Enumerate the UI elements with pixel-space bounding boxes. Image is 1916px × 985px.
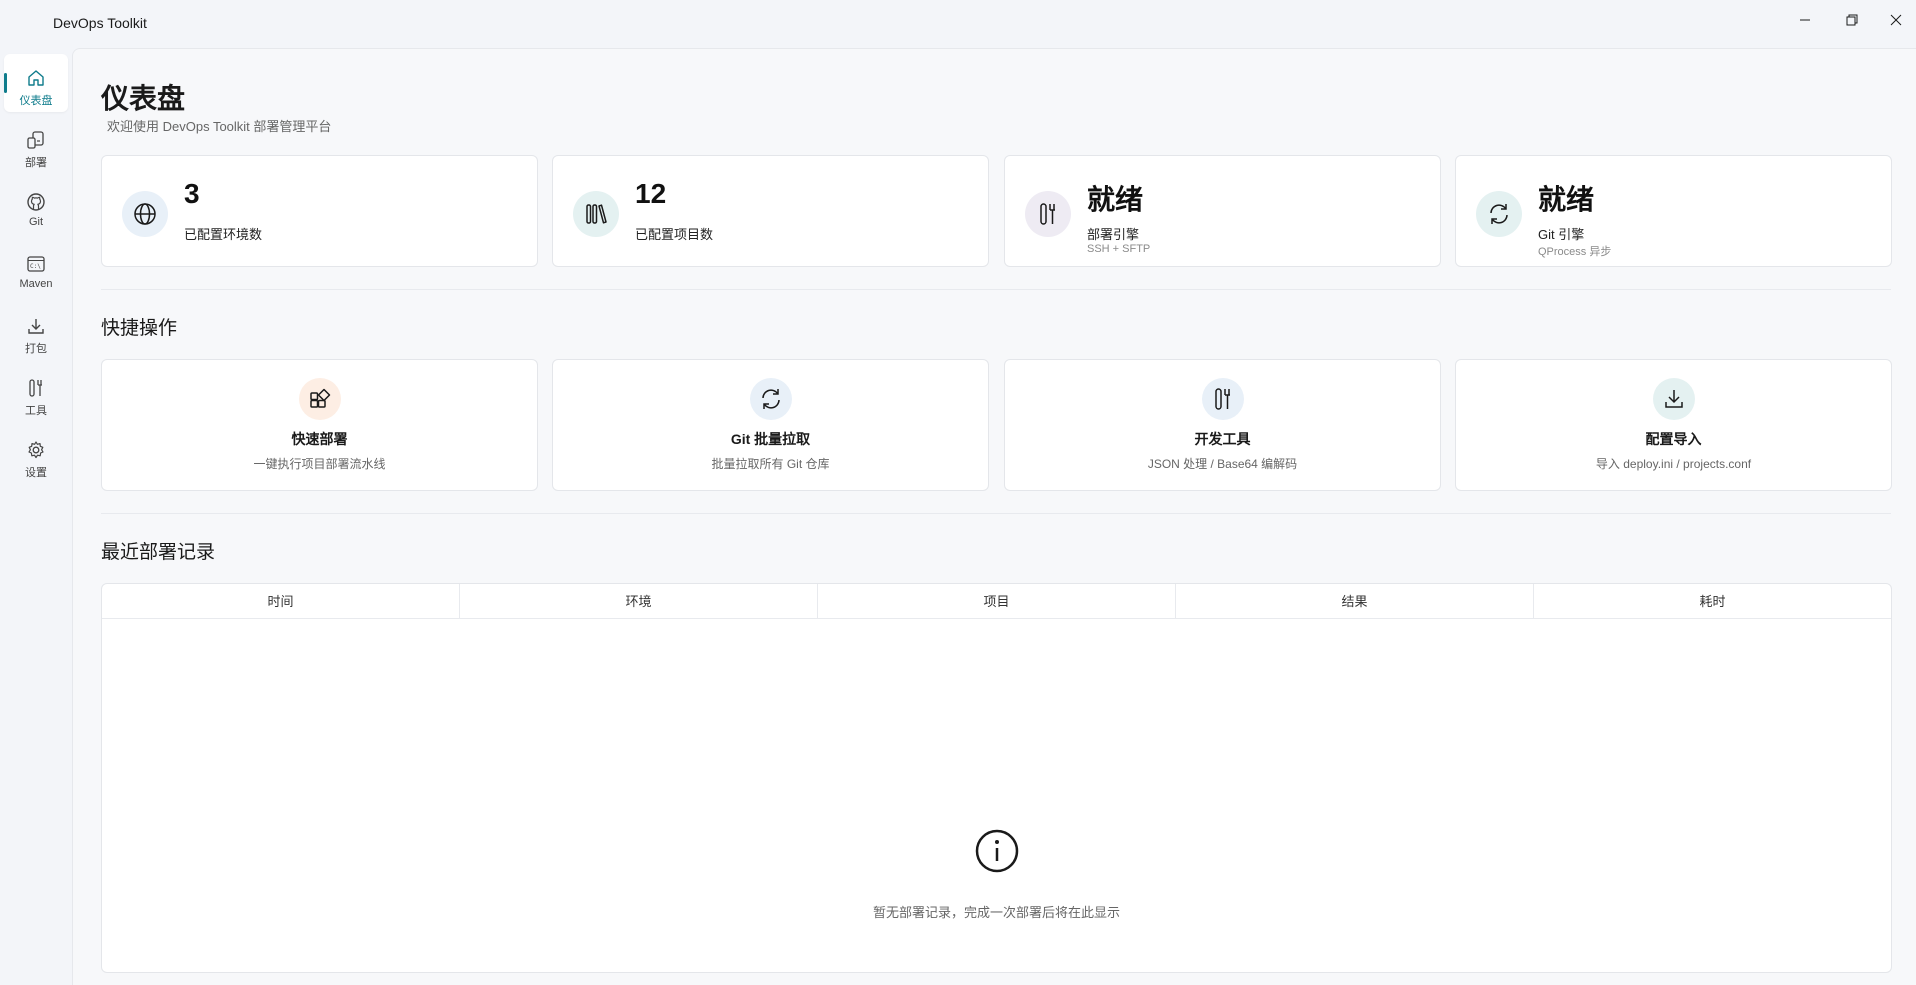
- sidebar-item-dashboard[interactable]: 仪表盘: [4, 54, 68, 112]
- globe-icon: [134, 203, 156, 225]
- action-desc: 批量拉取所有 Git 仓库: [711, 457, 830, 471]
- section-divider: [101, 513, 1891, 514]
- action-desc: JSON 处理 / Base64 编解码: [1147, 457, 1298, 471]
- deploy-icon: [27, 131, 44, 149]
- action-title: 配置导入: [1645, 431, 1702, 447]
- tools-icon: [1215, 388, 1230, 410]
- sidebar-item-maven[interactable]: C:\ Maven: [4, 240, 68, 298]
- empty-state-text: 暂无部署记录，完成一次部署后将在此显示: [872, 905, 1120, 920]
- stat-icon-bg: [122, 191, 168, 237]
- github-icon: [27, 193, 45, 211]
- tools-icon: [1040, 203, 1055, 225]
- stat-icon-bg: [573, 191, 619, 237]
- app-title: DevOps Toolkit: [53, 15, 147, 31]
- sidebar-item-label: 工具: [25, 405, 47, 417]
- sidebar-item-package[interactable]: 打包: [4, 302, 68, 360]
- action-icon-bg: [299, 378, 341, 420]
- section-title-recent-deploys: 最近部署记录: [101, 542, 216, 563]
- action-title: 快速部署: [291, 431, 348, 447]
- main-content: 仪表盘 欢迎使用 DevOps Toolkit 部署管理平台 3 已配置环境数 …: [72, 48, 1916, 985]
- stat-label: Git 引擎: [1538, 227, 1585, 242]
- sidebar: 仪表盘 部署 Git C:\ Maven 打包 工具 设置: [0, 48, 72, 985]
- sync-icon: [1490, 204, 1508, 224]
- sidebar-item-tools[interactable]: 工具: [4, 364, 68, 422]
- sidebar-item-settings[interactable]: 设置: [4, 426, 68, 484]
- table-header: 时间 环境 项目 结果 耗时: [102, 584, 1891, 619]
- apps-add-icon: [310, 388, 331, 408]
- close-icon: [1890, 14, 1902, 26]
- restore-icon: [1846, 14, 1858, 26]
- active-indicator: [4, 73, 7, 93]
- action-card-config-import[interactable]: 配置导入 导入 deploy.ini / projects.conf: [1455, 359, 1892, 491]
- download-icon: [1665, 390, 1683, 408]
- stat-value: 就绪: [1538, 184, 1595, 215]
- sidebar-item-label: Maven: [19, 278, 53, 290]
- terminal-icon: C:\: [27, 256, 45, 272]
- column-header-time[interactable]: 时间: [102, 584, 460, 618]
- stat-value: 就绪: [1087, 184, 1144, 215]
- stat-card-projects: 12 已配置项目数: [552, 155, 989, 267]
- column-header-environment[interactable]: 环境: [460, 584, 818, 618]
- gear-icon: [28, 441, 44, 459]
- sidebar-item-label: 打包: [25, 343, 47, 355]
- page-subtitle: 欢迎使用 DevOps Toolkit 部署管理平台: [107, 119, 332, 134]
- stat-label: 已配置环境数: [184, 227, 263, 242]
- sidebar-item-label: 设置: [25, 467, 47, 479]
- stat-note: SSH + SFTP: [1087, 243, 1151, 255]
- section-title-quick-actions: 快捷操作: [101, 318, 178, 339]
- column-header-project[interactable]: 项目: [818, 584, 1176, 618]
- column-header-result[interactable]: 结果: [1176, 584, 1534, 618]
- sidebar-item-label: Git: [28, 216, 44, 228]
- minimize-icon: [1800, 19, 1810, 21]
- section-divider: [101, 289, 1891, 290]
- stat-note: QProcess 异步: [1538, 246, 1612, 258]
- tools-icon: [29, 379, 42, 397]
- page-title: 仪表盘: [101, 83, 186, 114]
- title-bar: DevOps Toolkit: [0, 0, 1916, 48]
- action-card-dev-tools[interactable]: 开发工具 JSON 处理 / Base64 编解码: [1004, 359, 1441, 491]
- sidebar-item-label: 仪表盘: [19, 95, 53, 107]
- action-icon-bg: [1653, 378, 1695, 420]
- action-icon-bg: [750, 378, 792, 420]
- stat-label: 部署引擎: [1087, 227, 1140, 242]
- close-button[interactable]: [1873, 4, 1916, 36]
- action-desc: 导入 deploy.ini / projects.conf: [1595, 457, 1752, 471]
- action-icon-bg: [1202, 378, 1244, 420]
- stat-card-deploy-engine: 就绪 部署引擎 SSH + SFTP: [1004, 155, 1441, 267]
- stat-value: 3: [184, 178, 200, 209]
- home-icon: [28, 70, 44, 86]
- action-desc: 一键执行项目部署流水线: [253, 457, 386, 471]
- stat-icon-bg: [1025, 191, 1071, 237]
- deploy-history-table: 时间 环境 项目 结果 耗时 暂无部署记录，完成一次部署后将在此显示: [101, 583, 1892, 973]
- stat-value: 12: [635, 178, 667, 209]
- download-icon: [28, 319, 44, 334]
- minimize-button[interactable]: [1782, 4, 1828, 36]
- sync-icon: [762, 389, 780, 409]
- column-header-duration[interactable]: 耗时: [1534, 584, 1891, 618]
- info-icon: [975, 829, 1019, 873]
- sidebar-item-deploy[interactable]: 部署: [4, 116, 68, 174]
- action-card-git-pull[interactable]: Git 批量拉取 批量拉取所有 Git 仓库: [552, 359, 989, 491]
- maximize-button[interactable]: [1829, 4, 1875, 36]
- stat-card-environments: 3 已配置环境数: [101, 155, 538, 267]
- library-icon: [586, 204, 607, 224]
- stat-label: 已配置项目数: [635, 227, 714, 242]
- sidebar-item-label: 部署: [25, 157, 47, 169]
- stat-card-git-engine: 就绪 Git 引擎 QProcess 异步: [1455, 155, 1892, 267]
- action-title: Git 批量拉取: [730, 431, 811, 447]
- action-title: 开发工具: [1194, 431, 1251, 447]
- action-card-quick-deploy[interactable]: 快速部署 一键执行项目部署流水线: [101, 359, 538, 491]
- stat-icon-bg: [1476, 191, 1522, 237]
- svg-text:C:\: C:\: [30, 263, 41, 270]
- sidebar-item-git[interactable]: Git: [4, 178, 68, 236]
